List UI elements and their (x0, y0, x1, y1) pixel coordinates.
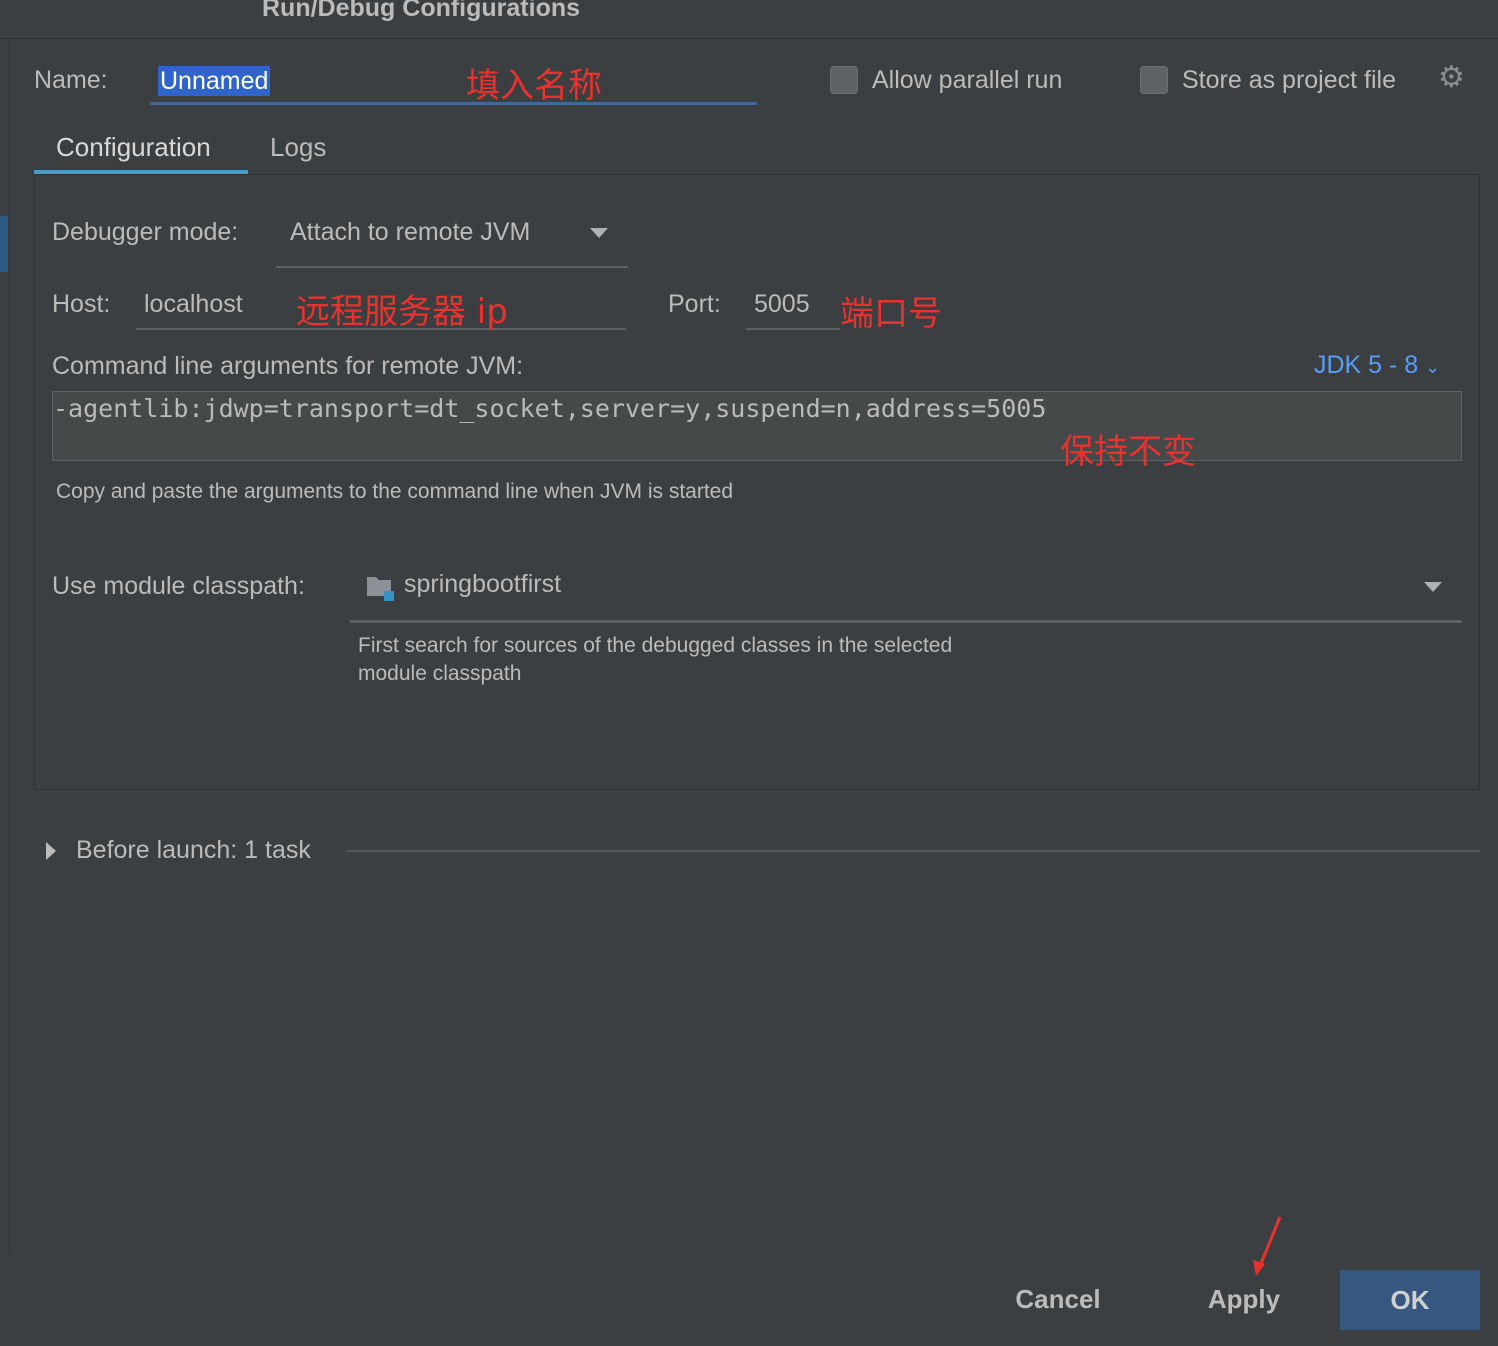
command-line-annotation: 保持不变 (1060, 432, 1196, 472)
jdk-version-link[interactable]: JDK 5 - 8 ⌄ (1314, 351, 1440, 380)
before-launch-separator (346, 850, 1480, 852)
command-line-args-field[interactable]: -agentlib:jdwp=transport=dt_socket,serve… (52, 391, 1462, 461)
allow-parallel-run-checkbox[interactable] (830, 66, 858, 94)
expand-triangle-icon[interactable] (46, 842, 56, 860)
host-label: Host: (52, 290, 111, 318)
command-line-args-value: -agentlib:jdwp=transport=dt_socket,serve… (53, 394, 1047, 423)
gear-icon[interactable]: ⚙ (1438, 60, 1465, 95)
debugger-mode-value: Attach to remote JVM (290, 218, 531, 246)
store-as-project-file-checkbox[interactable] (1140, 66, 1168, 94)
ok-button[interactable]: OK (1340, 1270, 1480, 1330)
port-label: Port: (668, 290, 721, 318)
debugger-mode-select[interactable]: Attach to remote JVM (276, 208, 628, 268)
name-input-value[interactable]: Unnamed (158, 66, 271, 96)
config-list-edge (0, 40, 10, 1252)
window-title: Run/Debug Configurations (262, 0, 581, 22)
command-line-hint: Copy and paste the arguments to the comm… (56, 480, 734, 503)
apply-annotation-arrow (1253, 1216, 1282, 1276)
port-input[interactable]: 5005 (746, 286, 840, 330)
before-launch-label[interactable]: Before launch: 1 task (76, 836, 311, 865)
tab-configuration-label: Configuration (56, 132, 211, 162)
host-annotation: 远程服务器 ip (296, 292, 508, 332)
host-input-value: localhost (144, 290, 243, 318)
module-classpath-label: Use module classpath: (52, 572, 305, 600)
chevron-down-icon (590, 228, 608, 238)
title-bar (0, 0, 1498, 39)
chevron-down-icon (1424, 582, 1442, 592)
name-annotation: 填入名称 (466, 66, 602, 106)
tab-logs[interactable]: Logs (270, 132, 326, 163)
selected-config-marker (0, 216, 8, 272)
module-classpath-select[interactable]: springbootfirst (350, 560, 1462, 623)
tab-configuration[interactable]: Configuration (34, 126, 248, 174)
module-folder-icon (367, 577, 394, 601)
name-input[interactable]: Unnamed (150, 60, 757, 105)
jdk-version-label: JDK 5 - 8 (1314, 351, 1419, 379)
name-label: Name: (34, 66, 108, 94)
module-classpath-hint-line1: First search for sources of the debugged… (358, 634, 953, 657)
chevron-down-icon: ⌄ (1425, 357, 1441, 377)
port-input-value: 5005 (754, 290, 810, 318)
apply-button[interactable]: Apply (1196, 1284, 1292, 1315)
store-as-project-file-label[interactable]: Store as project file (1182, 66, 1396, 95)
allow-parallel-run-label[interactable]: Allow parallel run (872, 66, 1062, 95)
port-annotation: 端口号 (840, 294, 942, 334)
debugger-mode-label: Debugger mode: (52, 218, 239, 246)
module-classpath-hint-line2: module classpath (358, 662, 522, 685)
command-line-label: Command line arguments for remote JVM: (52, 352, 524, 380)
cancel-button[interactable]: Cancel (1006, 1284, 1110, 1315)
module-classpath-value: springbootfirst (404, 570, 562, 598)
